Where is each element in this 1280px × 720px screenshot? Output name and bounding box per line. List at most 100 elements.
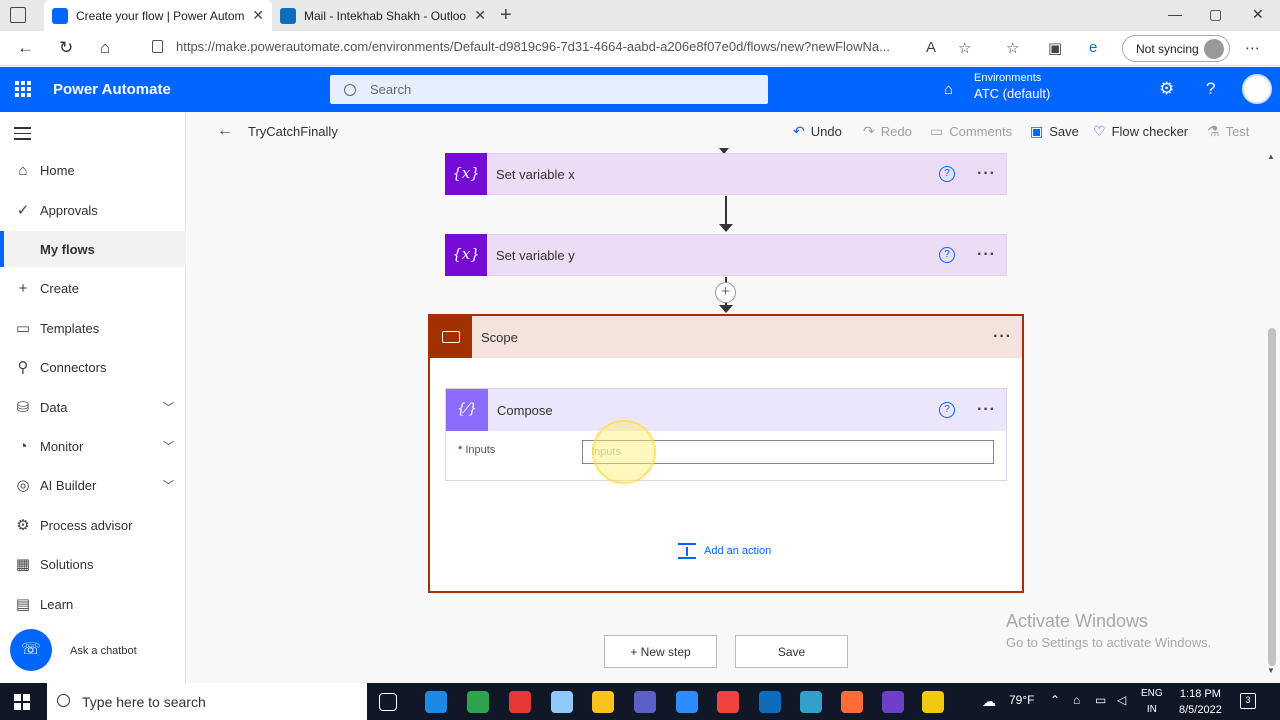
- test-button[interactable]: ⚗ Test: [1207, 123, 1249, 140]
- sidebar-item-data[interactable]: ⛁ Data ﹀: [0, 389, 186, 425]
- scrollbar-thumb[interactable]: [1268, 328, 1276, 666]
- sidebar-item-my-flows[interactable]: My flows: [0, 231, 186, 267]
- anydesk-icon[interactable]: [717, 691, 739, 713]
- sidebar-item-connectors[interactable]: ⚲ Connectors: [0, 349, 186, 385]
- clock[interactable]: 1:18 PM 8/5/2022: [1179, 686, 1222, 718]
- hamburger-menu-icon[interactable]: [14, 127, 31, 144]
- weather-temp[interactable]: 79°F: [1009, 693, 1034, 707]
- edge-icon[interactable]: [467, 691, 489, 713]
- action-card-set-variable-x[interactable]: {x} Set variable x ? ···: [445, 153, 1007, 195]
- sync-status-button[interactable]: Not syncing: [1122, 35, 1230, 62]
- inputs-field[interactable]: [582, 440, 994, 464]
- edge-legacy-icon[interactable]: [425, 691, 447, 713]
- input-language[interactable]: ENG IN: [1141, 686, 1163, 718]
- user-avatar[interactable]: [1242, 74, 1272, 104]
- weather-icon[interactable]: ☁: [982, 693, 996, 710]
- sidebar-item-home[interactable]: ⌂ Home: [0, 152, 186, 188]
- flow-checker-button[interactable]: ♡ Flow checker: [1093, 123, 1188, 140]
- action-card-compose[interactable]: {⁄} Compose ? ··· * Inputs: [445, 388, 1007, 481]
- windows-start-icon[interactable]: [14, 694, 30, 710]
- back-icon[interactable]: ←: [17, 38, 34, 58]
- more-options-icon[interactable]: ···: [993, 328, 1012, 346]
- back-arrow-icon[interactable]: ←: [217, 122, 233, 140]
- tray-battery-icon[interactable]: ▭: [1095, 693, 1106, 707]
- close-tab-icon[interactable]: ✕: [474, 7, 486, 24]
- sidebar-item-monitor[interactable]: ◔ Monitor ﹀: [0, 428, 186, 464]
- vertical-scrollbar[interactable]: ▲ ▼: [1267, 150, 1277, 680]
- sidebar-item-ai-builder[interactable]: ◎ AI Builder ﹀: [0, 467, 186, 503]
- scope-header[interactable]: Scope ···: [430, 316, 1022, 358]
- action-card-set-variable-y[interactable]: {x} Set variable y ? ···: [445, 234, 1007, 276]
- zoom-icon[interactable]: [676, 691, 698, 713]
- github-icon[interactable]: [882, 691, 904, 713]
- refresh-icon[interactable]: ↻: [59, 38, 73, 58]
- browser-tab-power-automate[interactable]: Create your flow | Power Automa ✕: [44, 0, 272, 31]
- more-options-icon[interactable]: ···: [977, 401, 996, 419]
- comments-button[interactable]: ▭ Comments: [930, 123, 1012, 140]
- collections-icon[interactable]: ▣: [1048, 39, 1062, 57]
- new-tab-icon[interactable]: +: [500, 4, 512, 27]
- sidebar-item-templates[interactable]: ▭ Templates: [0, 310, 186, 346]
- teams-icon[interactable]: [634, 691, 656, 713]
- save-toolbar-button[interactable]: ▣ Save: [1030, 123, 1079, 140]
- save-button[interactable]: Save: [735, 635, 848, 668]
- sidebar-item-process-advisor[interactable]: ⚙ Process advisor: [0, 507, 186, 543]
- tray-volume-icon[interactable]: ◁: [1117, 693, 1126, 707]
- settings-gear-icon[interactable]: ⚙: [1159, 79, 1174, 99]
- url-field[interactable]: https://make.powerautomate.com/environme…: [176, 39, 911, 54]
- sidebar-item-approvals[interactable]: ✓ Approvals: [0, 192, 186, 228]
- edge-extension-icon[interactable]: e: [1089, 39, 1097, 56]
- favorites-icon[interactable]: ☆: [1006, 39, 1019, 57]
- home-icon[interactable]: ⌂: [100, 38, 110, 58]
- chrome-icon[interactable]: [509, 691, 531, 713]
- more-options-icon[interactable]: ···: [977, 246, 996, 264]
- taskbar-search-input[interactable]: Type here to search: [47, 683, 367, 720]
- search-input[interactable]: Search: [330, 75, 768, 104]
- chatbot-button[interactable]: ☏: [10, 629, 52, 671]
- app-icon[interactable]: [800, 691, 822, 713]
- browser-menu-icon[interactable]: ⋯: [1245, 39, 1260, 57]
- power-bi-icon[interactable]: [922, 691, 944, 713]
- environment-value[interactable]: ATC (default): [974, 86, 1050, 101]
- flow-name[interactable]: TryCatchFinally: [248, 124, 338, 139]
- insert-step-plus-icon[interactable]: +: [715, 282, 736, 303]
- task-view-icon[interactable]: [379, 693, 397, 711]
- postman-icon[interactable]: [841, 691, 863, 713]
- add-favorite-icon[interactable]: ☆: [958, 39, 971, 57]
- add-an-action-button[interactable]: Add an action: [678, 543, 771, 559]
- profile-avatar: [1204, 39, 1224, 59]
- environment-label[interactable]: Environments: [974, 72, 1041, 84]
- notification-center-icon[interactable]: 3: [1240, 693, 1256, 709]
- read-aloud-icon[interactable]: A: [926, 39, 936, 56]
- sidebar-item-learn[interactable]: ▤ Learn: [0, 586, 186, 622]
- tray-chevron-icon[interactable]: ⌃: [1050, 693, 1060, 707]
- file-explorer-icon[interactable]: [592, 691, 614, 713]
- compose-header[interactable]: {⁄} Compose ? ···: [446, 389, 1006, 431]
- maximize-icon[interactable]: ▢: [1209, 6, 1222, 23]
- help-question-icon[interactable]: ?: [1206, 79, 1215, 99]
- minimize-icon[interactable]: —: [1168, 6, 1182, 22]
- stethoscope-icon: ♡: [1093, 123, 1106, 139]
- help-icon[interactable]: ?: [939, 247, 956, 263]
- approvals-icon: ✓: [16, 202, 30, 219]
- mail-icon[interactable]: [759, 691, 781, 713]
- redo-button[interactable]: ↷ Redo: [863, 123, 912, 140]
- help-icon[interactable]: ?: [939, 402, 956, 418]
- app-launcher-icon[interactable]: [15, 81, 31, 97]
- sidebar-item-create[interactable]: + Create: [0, 270, 186, 306]
- help-icon[interactable]: ?: [939, 166, 956, 182]
- close-window-icon[interactable]: ✕: [1252, 6, 1264, 23]
- app-name[interactable]: Power Automate: [53, 81, 171, 98]
- scroll-down-icon[interactable]: ▼: [1267, 666, 1275, 675]
- undo-button[interactable]: ↶ Undo: [793, 123, 842, 140]
- new-step-button[interactable]: + New step: [604, 635, 717, 668]
- tab-actions-icon[interactable]: [10, 7, 26, 23]
- chatbot-label[interactable]: Ask a chatbot: [70, 645, 137, 657]
- scroll-up-icon[interactable]: ▲: [1267, 152, 1275, 161]
- sidebar-item-solutions[interactable]: ▦ Solutions: [0, 546, 186, 582]
- tray-network-icon[interactable]: ⌂: [1073, 693, 1080, 707]
- more-options-icon[interactable]: ···: [977, 165, 996, 183]
- close-tab-icon[interactable]: ✕: [252, 7, 264, 24]
- browser-tab-outlook[interactable]: Mail - Intekhab Shakh - Outlook ✕: [272, 0, 494, 31]
- notes-icon[interactable]: [551, 691, 573, 713]
